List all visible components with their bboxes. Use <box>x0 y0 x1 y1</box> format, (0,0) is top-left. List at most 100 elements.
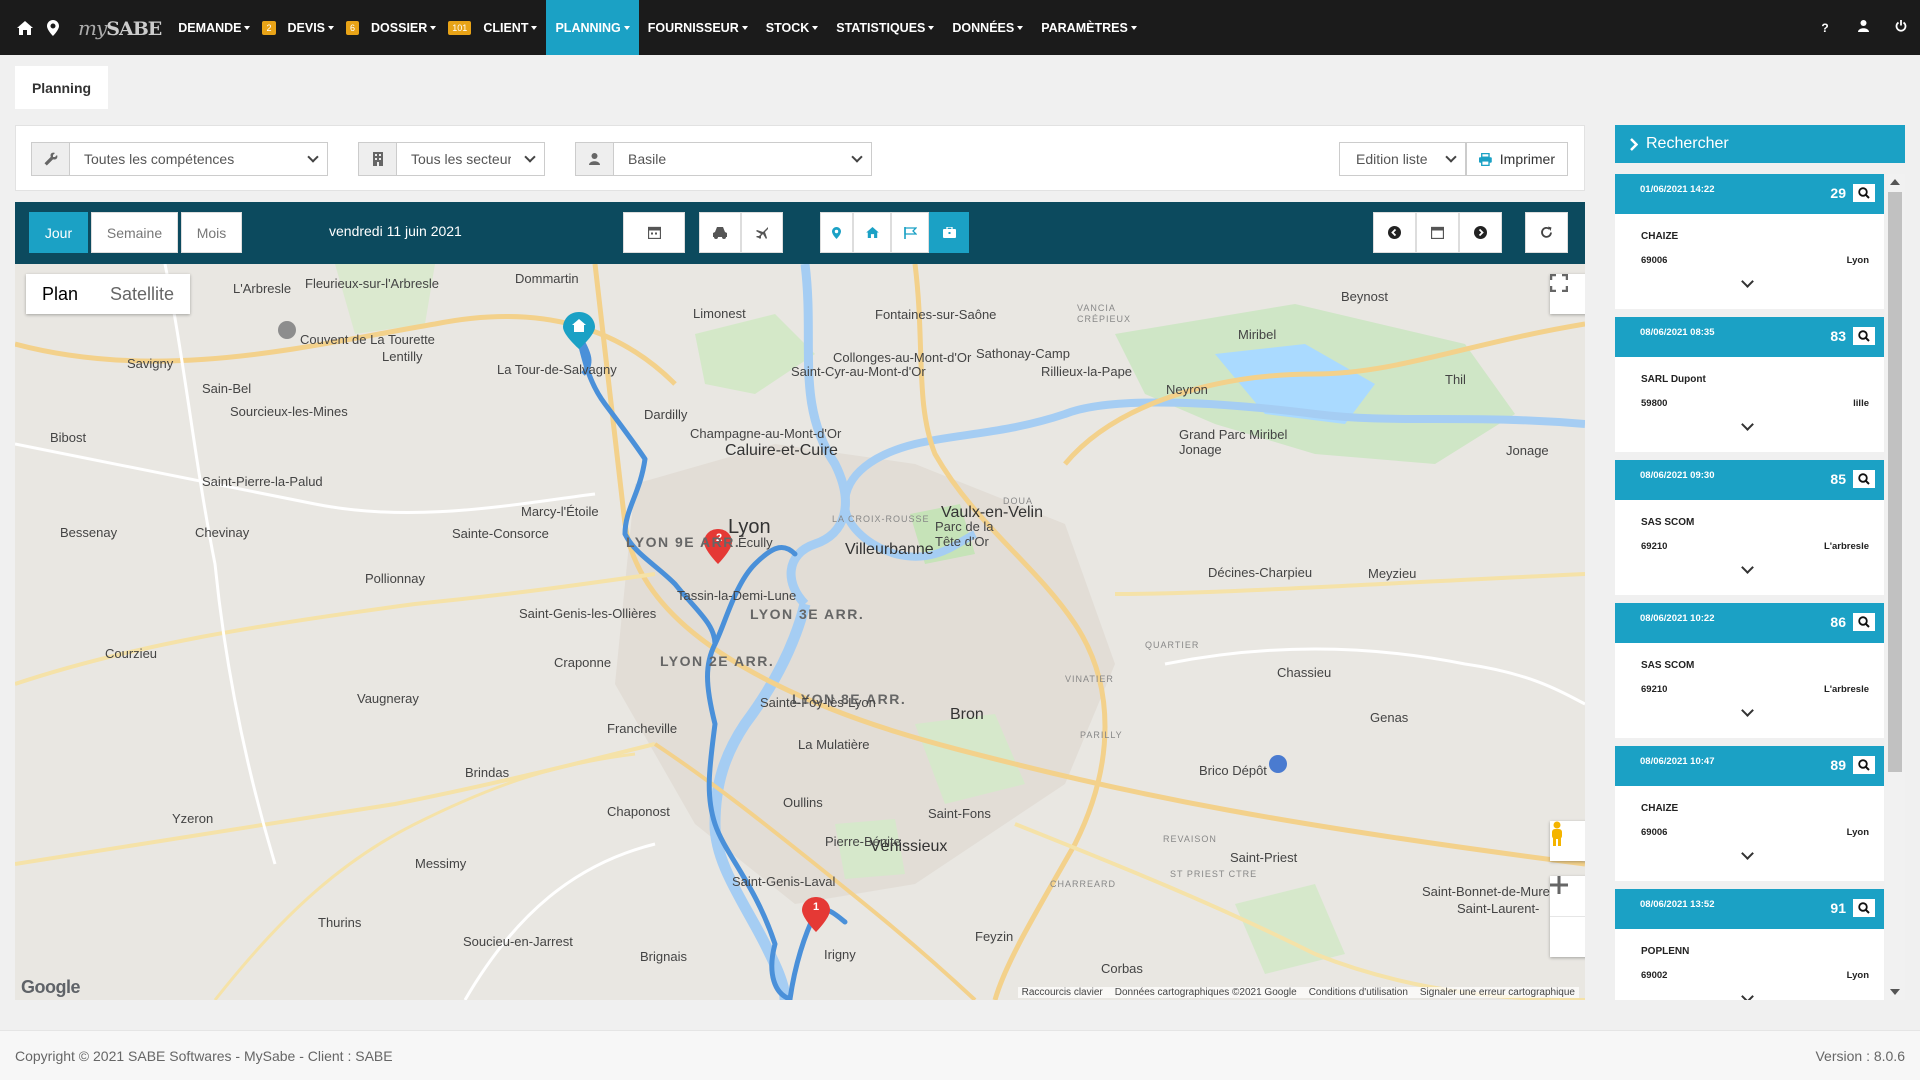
intervention-card[interactable]: 08/06/2021 10:47 89 CHAIZE 69006 Lyon <box>1615 746 1884 881</box>
map-label-francheville: Francheville <box>607 721 678 736</box>
intervention-card[interactable]: 08/06/2021 09:30 85 SAS SCOM 69210 L'arbresl… <box>1615 460 1884 595</box>
card-number: 85 <box>1830 471 1846 487</box>
map-type-control: Plan Satellite <box>26 274 191 314</box>
zoom-out-button[interactable] <box>1550 883 1585 957</box>
keyboard-shortcuts-link[interactable]: Raccourcis clavier <box>1022 987 1103 998</box>
nav-stock[interactable]: STOCK <box>757 0 828 55</box>
home-filter-button[interactable] <box>853 212 891 253</box>
map-label-oullins: Oullins <box>783 795 823 810</box>
nav-devis[interactable]: DEVIS <box>279 0 344 55</box>
terms-link[interactable]: Conditions d'utilisation <box>1309 987 1408 998</box>
power-icon[interactable] <box>1882 20 1920 35</box>
fullscreen-button[interactable] <box>1550 274 1585 314</box>
map-label-bibost: Bibost <box>50 430 87 445</box>
intervention-card[interactable]: 08/06/2021 08:35 83 SARL Dupont 59800 lille <box>1615 317 1884 452</box>
tab-month[interactable]: Mois <box>181 212 242 253</box>
user-icon[interactable] <box>1844 20 1882 35</box>
app-logo[interactable]: mySABE <box>78 16 162 40</box>
tab-week[interactable]: Semaine <box>91 212 178 253</box>
current-date: vendredi 11 juin 2021 <box>329 223 462 239</box>
card-client-name: SAS SCOM <box>1641 517 1695 528</box>
nav-données[interactable]: DONNÉES <box>943 0 1032 55</box>
scroll-up-arrow[interactable] <box>1890 179 1900 185</box>
map-label-collonges: Collonges-au-Mont-d'Or <box>833 350 972 365</box>
route-map[interactable]: 2 1 Lyon LYON 9E ARR. LYON 3E ARR. LYON … <box>15 264 1585 1000</box>
map-label-revaison: REVAISON <box>1163 834 1217 844</box>
chevron-down-icon[interactable] <box>1741 704 1754 717</box>
map-marker-icon[interactable] <box>42 0 64 55</box>
search-icon[interactable] <box>1853 756 1875 774</box>
tab-day[interactable]: Jour <box>29 212 88 253</box>
scrollbar-thumb[interactable] <box>1888 192 1902 772</box>
intervention-card[interactable]: 01/06/2021 14:22 29 CHAIZE 69006 Lyon <box>1615 174 1884 309</box>
map-label-fleurieux: Fleurieux-sur-l'Arbresle <box>305 276 439 291</box>
top-navbar: mySABE DEMANDE 2 DEVIS 6 DOSSIER 101 CLIENT PLA… <box>0 0 1920 55</box>
chevron-down-icon[interactable] <box>1741 275 1754 288</box>
search-icon[interactable] <box>1853 184 1875 202</box>
next-button[interactable] <box>1459 212 1502 253</box>
search-panel-header[interactable]: Rechercher <box>1615 125 1905 163</box>
home-icon[interactable] <box>14 0 36 55</box>
intervention-card[interactable]: 08/06/2021 10:22 86 SAS SCOM 69210 L'arbresl… <box>1615 603 1884 738</box>
help-icon[interactable]: ? <box>1806 21 1844 35</box>
nav-fournisseur[interactable]: FOURNISSEUR <box>639 0 757 55</box>
card-header: 08/06/2021 10:47 89 <box>1615 746 1884 786</box>
map-label-saint-fons: Saint-Fons <box>928 806 991 821</box>
chevron-down-icon <box>307 151 319 163</box>
map-label-vinatier: VINATIER <box>1065 674 1114 684</box>
map-label-saint-genis-laval: Saint-Genis-Laval <box>732 874 836 889</box>
map-label-sainte-consorce: Sainte-Consorce <box>452 526 549 541</box>
flag-filter-button[interactable] <box>891 212 929 253</box>
marker-filter-button[interactable] <box>820 212 853 253</box>
previous-button[interactable] <box>1373 212 1416 253</box>
footer: Copyright © 2021 SABE Softwares - MySabe… <box>0 1030 1920 1080</box>
nav-dossier[interactable]: DOSSIER <box>362 0 445 55</box>
competences-select[interactable]: Toutes les compétences <box>31 142 328 176</box>
chevron-down-icon[interactable] <box>1741 847 1754 860</box>
edition-select[interactable]: Edition liste <box>1339 142 1466 176</box>
chevron-down-icon[interactable] <box>1741 561 1754 574</box>
report-error-link[interactable]: Signaler une erreur cartographique <box>1420 987 1575 998</box>
search-icon[interactable] <box>1853 327 1875 345</box>
print-button[interactable]: Imprimer <box>1466 142 1568 176</box>
search-icon[interactable] <box>1853 470 1875 488</box>
search-icon[interactable] <box>1853 899 1875 917</box>
nav-badge: 101 <box>448 20 472 35</box>
street-view-pegman[interactable] <box>1550 821 1585 861</box>
nav-statistiques[interactable]: STATISTIQUES <box>827 0 943 55</box>
search-icon[interactable] <box>1853 613 1875 631</box>
caret-down-icon <box>1130 25 1137 30</box>
map-label-dommartin: Dommartin <box>515 271 579 286</box>
nav-demande[interactable]: DEMANDE <box>169 0 259 55</box>
calendar-picker-button[interactable] <box>623 212 685 253</box>
secteurs-select[interactable]: Tous les secteurs <box>358 142 545 176</box>
chevron-down-icon[interactable] <box>1741 418 1754 431</box>
car-button[interactable] <box>699 212 741 253</box>
intervention-card[interactable]: 08/06/2021 13:52 91 POPLENN 69002 Lyon <box>1615 889 1884 1000</box>
calendar-icon <box>647 226 661 239</box>
page-title-tab[interactable]: Planning <box>15 66 108 109</box>
chevron-down-icon <box>524 151 536 163</box>
home-marker-icon[interactable] <box>563 312 595 349</box>
nav-client[interactable]: CLIENT <box>474 0 546 55</box>
technician-select[interactable]: Basile <box>575 142 872 176</box>
card-city: Lyon <box>1846 970 1869 981</box>
nav-planning[interactable]: PLANNING <box>546 0 639 55</box>
plane-button[interactable] <box>741 212 783 253</box>
map-type-plan[interactable]: Plan <box>26 274 94 314</box>
nav-paramètres[interactable]: PARAMÈTRES <box>1032 0 1146 55</box>
map-label-limonest: Limonest <box>693 306 746 321</box>
briefcase-filter-button[interactable] <box>929 212 969 253</box>
chevron-down-icon[interactable] <box>1741 990 1754 1000</box>
card-client-name: CHAIZE <box>1641 803 1679 814</box>
today-button[interactable] <box>1416 212 1459 253</box>
map-type-satellite[interactable]: Satellite <box>94 274 190 314</box>
scroll-down-arrow[interactable] <box>1890 989 1900 995</box>
card-postcode: 69006 <box>1641 255 1668 266</box>
chevron-down-icon <box>1445 151 1457 163</box>
calendar-icon <box>1431 226 1444 239</box>
refresh-button[interactable] <box>1525 212 1568 253</box>
card-datetime: 08/06/2021 09:30 <box>1640 470 1715 481</box>
map-label-vaugneray: Vaugneray <box>357 691 419 706</box>
list-scrollbar[interactable] <box>1885 174 1905 1000</box>
